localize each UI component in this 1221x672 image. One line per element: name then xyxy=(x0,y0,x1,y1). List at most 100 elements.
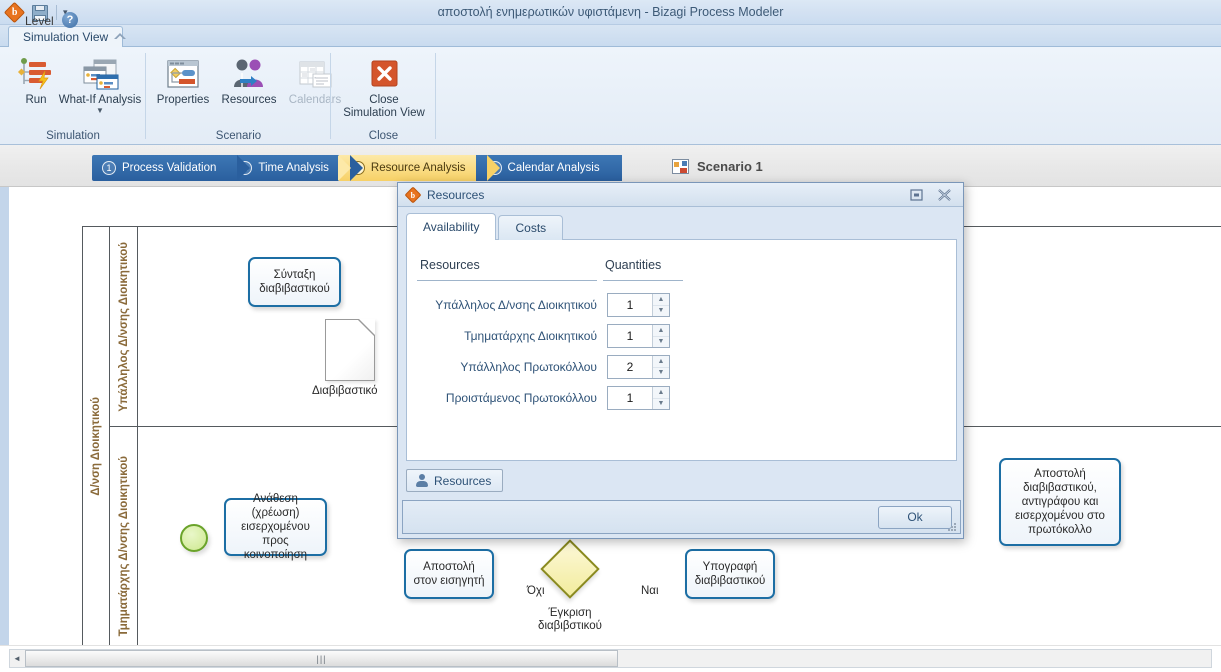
task-apostoli-diavivastikou-protokollo[interactable]: Αποστολή διαβιβαστικού, αντιγράφου και ε… xyxy=(999,458,1121,546)
chevron-up-icon[interactable] xyxy=(112,29,128,43)
scroll-left-icon[interactable]: ◄ xyxy=(10,650,24,667)
quantity-input[interactable] xyxy=(608,356,652,378)
properties-icon xyxy=(165,53,201,91)
task-label: Ανάθεση (χρέωση) εισερχομένου προς κοινο… xyxy=(241,493,310,561)
ok-button[interactable]: Ok xyxy=(878,506,952,529)
stepper-buttons[interactable]: ▲ ▼ xyxy=(652,387,669,409)
resource-row: Υπάλληλος Πρωτοκόλλου ▲ ▼ xyxy=(407,355,956,386)
what-if-analysis-button[interactable]: What-If Analysis ▼ xyxy=(56,53,144,129)
close-sim-label-line1: Close xyxy=(369,94,399,106)
resources-dialog[interactable]: b Resources Availability Costs Resources… xyxy=(397,182,964,539)
close-window-icon[interactable] xyxy=(936,187,953,203)
flow-label-yes: Ναι xyxy=(641,585,659,597)
chevron-down-icon[interactable]: ▼ xyxy=(96,107,104,115)
resources-button[interactable]: Resources xyxy=(216,53,282,129)
ribbon-group-simulation: Run What-If Analysis ▼ Simulation xyxy=(0,47,146,145)
task-anathesi-xreosi[interactable]: Ανάθεση (χρέωση) εισερχομένου προς κοινο… xyxy=(224,493,327,561)
ribbon-group-close: Close Simulation View Close xyxy=(331,47,436,145)
stepper-down-icon[interactable]: ▼ xyxy=(653,399,669,410)
resources-button-label: Resources xyxy=(434,473,492,488)
bizagi-logo-glyph: b xyxy=(11,7,17,18)
scenario-indicator[interactable]: Scenario 1 xyxy=(672,159,763,174)
quantity-input[interactable] xyxy=(608,325,652,347)
step-label: Calendar Analysis xyxy=(507,162,600,174)
close-simulation-view-button[interactable]: Close Simulation View xyxy=(343,53,425,129)
stepper-up-icon[interactable]: ▲ xyxy=(653,356,669,368)
resources-label: Resources xyxy=(221,94,277,106)
quantity-input[interactable] xyxy=(608,294,652,316)
gateway-label: Έγκριση διαβιβστικού xyxy=(538,607,602,632)
properties-label: Properties xyxy=(156,94,210,106)
bizagi-logo-icon: b xyxy=(404,186,421,203)
lane-label: Υπάλληλος Δ/νσης Διοικητικού xyxy=(117,241,130,412)
bizagi-logo-icon[interactable]: b xyxy=(3,1,25,24)
tab-simulation-view[interactable]: Simulation View xyxy=(8,26,124,47)
scrollbar-thumb[interactable]: ||| xyxy=(25,650,618,667)
stepper-down-icon[interactable]: ▼ xyxy=(653,368,669,379)
lane-header: Τμηματάρχης Δ/νσης Διοικητικού xyxy=(110,427,138,645)
step-label: Resource Analysis xyxy=(370,162,466,174)
bizagi-logo-glyph: b xyxy=(410,189,415,199)
pool-label-text: Δ/νση Διοικητικού xyxy=(90,396,102,496)
pool-label: Δ/νση Διοικητικού xyxy=(83,227,110,645)
task-ypografi-diavivastikou[interactable]: Υπογραφή διαβιβαστικού xyxy=(685,549,775,599)
tab-costs[interactable]: Costs xyxy=(498,215,564,240)
level-steps: 1 Process Validation 2 Time Analysis 3 R… xyxy=(92,155,622,181)
horizontal-scrollbar[interactable]: ◄ ||| xyxy=(0,645,1221,672)
quantity-stepper[interactable]: ▲ ▼ xyxy=(607,386,670,410)
level-label: Level xyxy=(25,14,54,28)
task-label: Σύνταξη διαβιβαστικού xyxy=(259,269,330,295)
stepper-up-icon[interactable]: ▲ xyxy=(653,387,669,399)
step-number: 1 xyxy=(102,161,116,175)
task-syntaxi-diavivastikou[interactable]: Σύνταξη διαβιβαστικού xyxy=(248,257,341,307)
ribbon-group-title-simulation: Simulation xyxy=(46,130,100,142)
page-title: αποστολή ενημερωτικών υφιστάμενη - Bizag… xyxy=(437,5,784,19)
resources-button-dialog[interactable]: Resources xyxy=(406,469,504,492)
document-diavivastiko[interactable] xyxy=(325,319,375,381)
ribbon-group-title-close: Close xyxy=(368,130,399,142)
resources-icon xyxy=(231,53,267,91)
resource-name: Προιστάμενος Πρωτοκόλλου xyxy=(445,391,597,405)
stepper-down-icon[interactable]: ▼ xyxy=(653,306,669,317)
stepper-buttons[interactable]: ▲ ▼ xyxy=(652,294,669,316)
resource-name: Τμηματάρχης Διοικητικού xyxy=(464,329,597,343)
stepper-buttons[interactable]: ▲ ▼ xyxy=(652,356,669,378)
tab-availability[interactable]: Availability xyxy=(406,213,497,240)
qat-divider xyxy=(56,5,57,20)
quantity-input[interactable] xyxy=(608,387,652,409)
help-icon[interactable]: ? xyxy=(62,12,78,28)
quantity-stepper[interactable]: ▲ ▼ xyxy=(607,324,670,348)
task-label: Αποστολή διαβιβαστικού, αντιγράφου και ε… xyxy=(1015,468,1105,536)
stepper-buttons[interactable]: ▲ ▼ xyxy=(652,325,669,347)
task-apostoli-ston-eisigiti[interactable]: Αποστολή στον εισηγητή xyxy=(404,549,494,599)
dialog-tabs: Availability Costs xyxy=(406,213,565,240)
dialog-title: Resources xyxy=(427,187,485,202)
restore-window-icon[interactable] xyxy=(908,187,925,203)
step-process-validation[interactable]: 1 Process Validation xyxy=(92,155,251,181)
document-label: Διαβιβαστικό xyxy=(312,385,378,397)
stepper-down-icon[interactable]: ▼ xyxy=(653,337,669,348)
stepper-up-icon[interactable]: ▲ xyxy=(653,325,669,337)
task-label: Υπογραφή διαβιβαστικού xyxy=(694,561,766,587)
availability-panel: Resources Quantities Υπάλληλος Δ/νσης Δι… xyxy=(406,239,957,461)
ribbon-tabstrip: Simulation View xyxy=(0,25,1221,47)
properties-button[interactable]: Properties xyxy=(150,53,216,129)
quantity-stepper[interactable]: ▲ ▼ xyxy=(607,293,670,317)
stepper-up-icon[interactable]: ▲ xyxy=(653,294,669,306)
scenario-name: Scenario 1 xyxy=(697,159,763,174)
quantity-stepper[interactable]: ▲ ▼ xyxy=(607,355,670,379)
dialog-title-bar: b Resources xyxy=(398,183,963,207)
calendars-icon xyxy=(297,53,333,91)
header-rule xyxy=(603,280,683,281)
header-rule xyxy=(417,280,597,281)
ribbon-group-title-scenario: Scenario xyxy=(215,130,262,142)
resource-row: Προιστάμενος Πρωτοκόλλου ▲ ▼ xyxy=(407,386,956,417)
window-title-bar: b ▾ αποστολή ενημερωτικών υφιστάμενη - B… xyxy=(0,0,1221,25)
close-x-icon xyxy=(369,53,399,91)
resize-grip[interactable] xyxy=(947,521,957,531)
group-divider xyxy=(435,53,436,139)
close-sim-label-line2: Simulation View xyxy=(343,107,425,119)
dialog-body: Availability Costs Resources Quantities … xyxy=(398,207,963,502)
start-event[interactable] xyxy=(180,524,208,552)
scrollbar-track[interactable]: ◄ ||| xyxy=(9,649,1212,668)
